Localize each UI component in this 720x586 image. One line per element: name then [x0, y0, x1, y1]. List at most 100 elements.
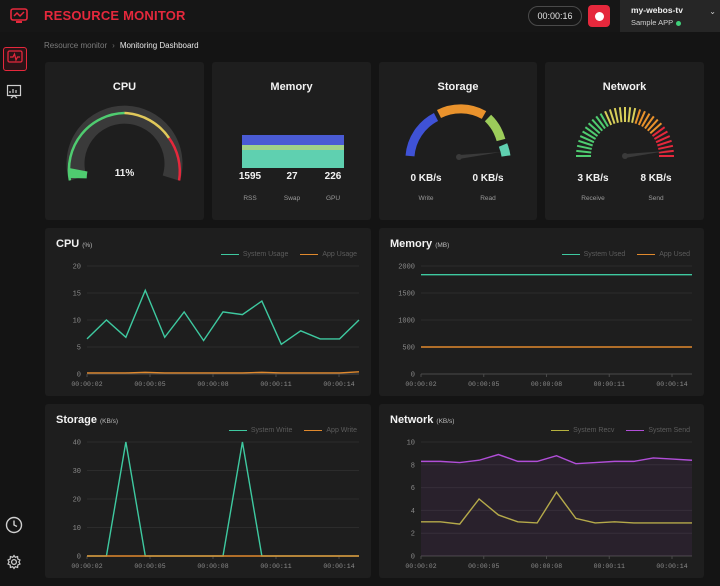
clock-icon: [5, 516, 23, 539]
storage-gauge: [405, 104, 511, 160]
record-button[interactable]: [588, 5, 610, 27]
sidebar: [0, 32, 30, 586]
y-tick-label: 10: [73, 318, 81, 326]
x-tick-label: 00:00:08: [531, 563, 562, 570]
status-dot: [676, 20, 682, 26]
memory-gpu-value: 226: [324, 171, 342, 182]
sidebar-item-history[interactable]: [3, 516, 25, 538]
x-tick-label: 00:00:11: [594, 563, 625, 570]
cpu-line-chart: 0 5 10 15 20 00:00:02 00:00:05 00:00:08 00:00:11…: [71, 264, 360, 388]
gauge-tick: [576, 149, 592, 154]
sidebar-item-charts[interactable]: [3, 83, 25, 105]
y-tick-label: 10: [407, 440, 415, 448]
memory-gpu-label: GPU: [325, 195, 341, 202]
y-tick-label: 0: [77, 372, 81, 380]
app-title: RESOURCE MONITOR: [44, 8, 186, 23]
network-send-label: Send: [648, 195, 664, 202]
x-tick-label: 00:00:05: [134, 381, 165, 388]
series-line-app-usage: [87, 371, 360, 374]
gauge-tick: [631, 107, 637, 123]
y-tick-label: 500: [402, 345, 415, 353]
x-tick-label: 00:00:11: [260, 563, 291, 570]
y-tick-label: 0: [411, 554, 415, 562]
network-card: Network 3 KB/s 8 KB/s Receive Send: [545, 62, 704, 220]
y-tick-label: 40: [73, 440, 81, 448]
y-tick-label: 2000: [398, 264, 415, 272]
y-tick-label: 15: [73, 291, 81, 299]
cpu-card-title: CPU: [112, 81, 137, 93]
storage-card: Storage 0 KB/s 0 KB/s Write Read: [379, 62, 537, 220]
x-tick-label: 00:00:05: [468, 563, 499, 570]
storage-line-chart: 0 10 20 30 40 00:00:02 00:00:05 00:00:08 00:00:1…: [71, 440, 359, 570]
x-tick-label: 00:00:08: [197, 563, 228, 570]
gear-icon: [6, 553, 22, 575]
cpu-gauge-fill: [68, 168, 88, 179]
y-tick-label: 10: [73, 525, 81, 533]
x-tick-label: 00:00:05: [468, 381, 499, 388]
series-line-system-usage: [86, 288, 360, 346]
gauge-tick: [658, 144, 674, 150]
breadcrumb-current: Monitoring Dashboard: [119, 41, 199, 50]
breadcrumb: Resource monitor › Monitoring Dashboard: [44, 41, 199, 50]
x-tick-label: 00:00:14: [656, 381, 687, 388]
storage-read-value: 0 KB/s: [472, 173, 504, 184]
x-tick-label: 00:00:14: [323, 563, 354, 570]
x-tick-label: 00:00:02: [71, 381, 102, 388]
y-tick-label: 1500: [398, 291, 415, 299]
cpu-percent-value: 11%: [115, 168, 135, 179]
network-chart-card: Network (KB/s) System Recv System Send 02…: [379, 404, 704, 578]
memory-chart-card: Memory (MB) System Used App Used 0 500 1000…: [379, 228, 704, 396]
y-tick-label: 4: [411, 508, 415, 516]
y-tick-label: 0: [411, 372, 415, 380]
memory-rss-value: 1595: [238, 171, 262, 182]
storage-card-title: Storage: [437, 81, 479, 93]
network-line-chart: 0 2 4 6 8 10 00:00:02 00:00:05 00:00:08 00:00:11 0…: [405, 440, 693, 570]
breadcrumb-root[interactable]: Resource monitor: [44, 41, 107, 50]
gauge-tick: [627, 107, 632, 123]
y-tick-label: 2: [411, 531, 415, 539]
storage-write-value: 0 KB/s: [410, 173, 442, 184]
cpu-chart-card: CPU (%) System Usage App Usage 0 5 10 15 20 00…: [45, 228, 371, 396]
chevron-down-icon: ⌄: [709, 7, 716, 16]
y-tick-label: 30: [73, 468, 81, 476]
x-tick-label: 00:00:11: [594, 381, 625, 388]
sidebar-item-monitor[interactable]: [3, 47, 27, 71]
sidebar-item-settings[interactable]: [3, 553, 25, 575]
y-tick-label: 6: [411, 485, 415, 493]
chart-icon: [6, 84, 22, 105]
y-tick-label: 8: [411, 462, 415, 470]
x-tick-label: 00:00:14: [656, 563, 687, 570]
x-tick-label: 00:00:08: [197, 381, 228, 388]
network-receive-label: Receive: [581, 195, 605, 202]
x-tick-label: 00:00:14: [323, 381, 354, 388]
gauge-tick: [618, 107, 623, 123]
memory-line-chart: 0 500 1000 1500 2000 00:00:02 00:00:05 00:00:08…: [398, 264, 692, 388]
x-tick-label: 00:00:02: [405, 563, 436, 570]
memory-rss-label: RSS: [243, 195, 257, 202]
device-selector[interactable]: my-webos-tv Sample APP ⌄: [620, 0, 720, 32]
y-tick-label: 0: [77, 554, 81, 562]
network-card-title: Network: [602, 81, 647, 93]
app-header: RESOURCE MONITOR 00:00:16 my-webos-tv Sa…: [0, 0, 720, 32]
memory-card: Memory 1595 27 226 RSS Swap GPU: [212, 62, 371, 220]
series-area: [421, 454, 692, 556]
storage-read-label: Read: [480, 195, 496, 202]
network-receive-value: 3 KB/s: [577, 173, 609, 184]
cpu-card: CPU 11%: [45, 62, 204, 220]
device-app-label: Sample APP: [631, 18, 682, 27]
record-icon: [594, 11, 604, 21]
y-tick-label: 20: [73, 264, 81, 272]
monitor-icon: [7, 49, 23, 69]
memory-card-title: Memory: [270, 81, 313, 93]
cpu-gauge: 11%: [66, 105, 183, 181]
logo-icon: [9, 7, 29, 25]
gauge-tick: [576, 144, 592, 150]
memory-swap-label: Swap: [283, 195, 301, 202]
y-tick-label: 1000: [398, 318, 415, 326]
x-tick-label: 00:00:02: [405, 381, 436, 388]
y-tick-label: 20: [73, 497, 81, 505]
gauge-tick: [613, 107, 619, 123]
x-tick-label: 00:00:11: [260, 381, 291, 388]
network-gauge: [576, 107, 674, 159]
memory-swap-value: 27: [286, 171, 298, 182]
